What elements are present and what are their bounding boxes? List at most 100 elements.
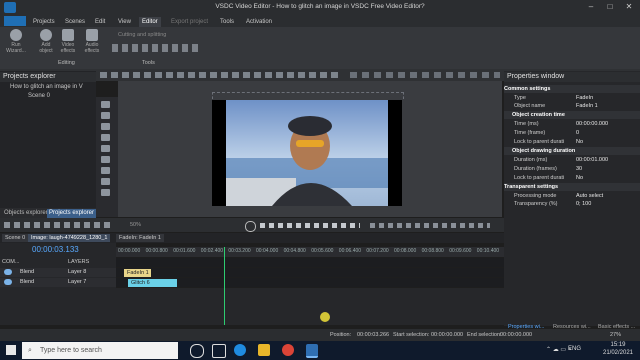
eye-icon[interactable] [4,269,12,275]
menu-tools[interactable]: Tools [217,17,237,27]
image-tool-icon[interactable] [101,123,110,130]
current-time: 00:00:03.133 [32,245,79,254]
zoom-level[interactable]: 27% [610,332,621,338]
menu-editor[interactable]: Editor [139,17,161,27]
maximize-icon[interactable]: □ [603,2,617,12]
edit-toolbar-icons[interactable] [100,72,340,78]
ruler-tick-label: 00:02.400 [200,248,224,254]
edge-icon[interactable] [234,344,246,356]
track-header [116,258,504,267]
file-explorer-icon[interactable] [258,344,270,356]
add-object-button[interactable]: Add object [36,29,56,54]
menu-activation[interactable]: Activation [243,17,275,27]
clock-icon[interactable] [245,221,256,232]
prop-processing-mode[interactable]: Processing mode Auto select [504,192,640,200]
section-drawing-duration[interactable]: Object drawing duration [504,147,640,155]
playhead[interactable] [224,247,225,325]
prop-time-frame[interactable]: Time (frame) 0 [504,129,640,137]
type-tool-icon[interactable] [101,178,110,185]
chart-tool-icon[interactable] [101,156,110,163]
wizard-icon [10,29,22,41]
prop-duration-frames[interactable]: Duration (frames) 30 [504,165,640,173]
section-transparent[interactable]: Transparent settings [504,183,640,191]
video-preview[interactable] [212,100,402,206]
ruler-tick-label: 00:06.400 [338,248,362,254]
run-wizard-button[interactable]: Run Wizard... [6,29,26,54]
language-indicator[interactable]: ENG [568,346,581,352]
app-menu-button[interactable] [4,16,26,26]
ruler-tick-label: 00:04.800 [283,248,306,254]
menu-projects[interactable]: Projects [30,17,58,27]
timeline-tool-icons[interactable] [4,222,114,228]
prop-lock-parent-2[interactable]: Lock to parent durati No [504,174,640,182]
layer-blend[interactable]: Blend [20,268,34,277]
task-view-icon[interactable] [190,344,204,358]
scene-tree-item[interactable]: Scene 0 [28,92,50,101]
ruler-tick-label: 00:09.600 [449,248,472,254]
ruler-tick-label: 00:04.000 [256,248,279,254]
prop-object-name[interactable]: Object name FadeIn 1 [504,102,640,110]
cutting-splitting-label[interactable]: Cutting and splitting [118,32,166,38]
layer-name: Layer 8 [68,269,87,275]
ruler-tick-label: 00:03.200 [228,248,251,254]
status-bar [0,329,640,341]
tab-objects-explorer[interactable]: Objects explorer [2,209,50,218]
mouse-cursor-highlight [320,312,330,322]
clock-date[interactable]: 21/02/2021 [600,350,636,356]
timeline-edit-icons[interactable] [370,223,490,228]
move-tool-icon[interactable] [101,167,110,174]
clock-time[interactable]: 15:19 [600,342,636,348]
tools-icon-row[interactable] [112,44,202,52]
ruler-tick-label: 00:05.600 [311,248,334,254]
taskbar-search[interactable]: ⌕ Type here to search [22,342,178,359]
prop-lock-parent[interactable]: Lock to parent durati No [504,138,640,146]
project-tree-item[interactable]: How to glitch an image in V [10,83,83,92]
vsdc-taskbar-icon[interactable] [306,344,318,358]
tools-group-label: Tools [142,60,155,66]
eye-icon[interactable] [4,279,12,285]
film-icon [62,29,74,41]
windows-start-icon[interactable] [6,345,16,355]
zoom-select[interactable]: 50% [130,222,141,228]
layer-track[interactable] [116,268,504,277]
align-toolbar-icons[interactable] [350,72,500,78]
layer-row[interactable]: Blend Layer 7 [0,278,116,287]
ruler-tick-label: 00:00.800 [145,248,168,254]
section-creation-time[interactable]: Object creation time [504,111,640,119]
audio-tool-icon[interactable] [101,189,110,196]
clip-fadein[interactable]: FadeIn 1 [124,269,151,277]
video-tool-icon[interactable] [101,134,110,141]
editing-group-label: Editing [58,60,75,66]
layer-blend[interactable]: Blend [20,278,34,287]
timeline-empty-area[interactable] [116,288,504,325]
projects-explorer-title: Projects explorer [0,72,96,82]
tab-projects-explorer[interactable]: Projects explorer [47,209,97,218]
video-effects-button[interactable]: Video effects [58,29,78,54]
ruler-tick-label: 00:07.200 [366,248,389,254]
audio-effects-button[interactable]: Audio effects [82,29,102,54]
menu-view[interactable]: View [115,17,134,27]
close-icon[interactable]: ✕ [622,2,636,12]
start-selection-label: Start selection: [393,332,430,338]
tab-image-object[interactable]: Image: laugh-4749228_1280_1 [28,234,111,242]
tab-fadein-object[interactable]: FadeIn: FadeIn 1 [116,234,164,242]
text-tool-icon[interactable] [101,112,110,119]
prop-transparency[interactable]: Transparency (%) 0; 100 [504,200,640,208]
playback-controls[interactable] [260,223,360,228]
shape-tool-icon[interactable] [101,145,110,152]
audio-icon [86,29,98,41]
menu-scenes[interactable]: Scenes [62,17,88,27]
tab-scene-0[interactable]: Scene 0 [2,234,29,242]
menu-edit[interactable]: Edit [92,17,108,27]
multitask-icon[interactable] [212,344,226,358]
clip-glitch[interactable]: Glitch 6 [128,279,177,287]
layer-row[interactable]: Blend Layer 8 [0,268,116,277]
cursor-tool-icon[interactable] [101,101,110,108]
canvas-guide [212,92,404,99]
section-common[interactable]: Common settings [504,85,640,93]
minimize-icon[interactable]: – [584,2,598,12]
menu-export-project[interactable]: Export project [168,17,211,27]
chrome-icon[interactable] [282,344,294,356]
prop-time-ms[interactable]: Time (ms) 00:00:00.000 [504,120,640,128]
prop-duration-ms[interactable]: Duration (ms) 00:00:01.000 [504,156,640,164]
